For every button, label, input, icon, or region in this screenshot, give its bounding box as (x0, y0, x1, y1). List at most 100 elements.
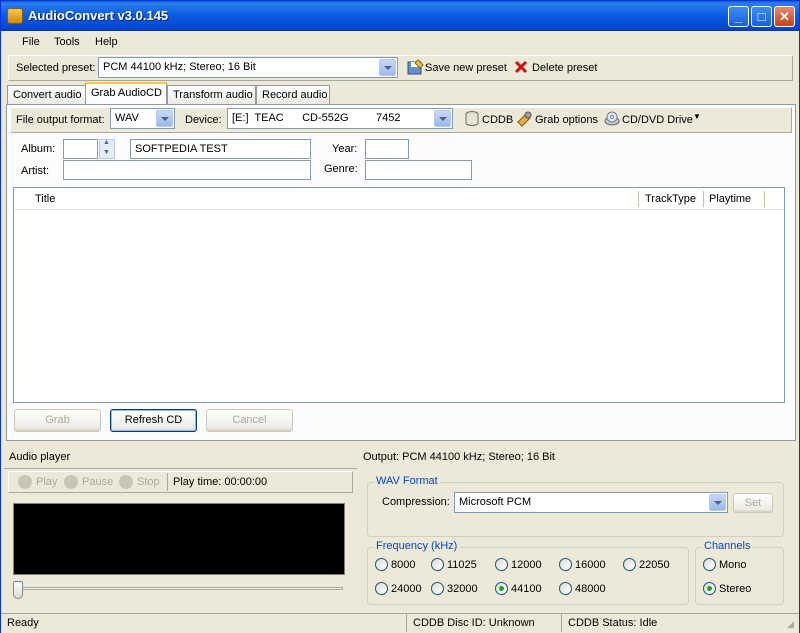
save-preset-button[interactable]: Save new preset (425, 62, 507, 74)
chevron-down-icon[interactable] (156, 110, 173, 127)
tab-grab-audiocd[interactable]: Grab AudioCD (85, 82, 167, 105)
compression-value: Microsoft PCM (459, 496, 532, 508)
resize-grip-icon[interactable]: ◢ (787, 619, 794, 630)
freq-48000-radio[interactable] (559, 582, 572, 595)
delete-icon (514, 60, 528, 74)
maximize-button[interactable]: □ (751, 6, 772, 27)
freq-48000-label: 48000 (575, 583, 606, 595)
channels-group: Channels (695, 540, 784, 605)
freq-44100-radio[interactable] (495, 582, 508, 595)
pause-button[interactable]: Pause (82, 476, 113, 488)
preset-value: PCM 44100 kHz; Stereo; 16 Bit (103, 61, 256, 73)
artist-label: Artist: (21, 165, 50, 177)
play-icon (18, 475, 32, 489)
menu-tools[interactable]: Tools (54, 36, 80, 48)
column-tracktype[interactable]: TrackType (645, 193, 696, 205)
output-header: Output: PCM 44100 kHz; Stereo; 16 Bit (359, 447, 795, 469)
column-divider[interactable] (638, 191, 639, 207)
channel-mono-label: Mono (719, 559, 747, 571)
freq-8000-label: 8000 (391, 559, 416, 571)
chevron-down-icon[interactable] (434, 110, 451, 127)
delete-preset-button[interactable]: Delete preset (532, 62, 597, 74)
audio-player-title: Audio player (9, 451, 71, 463)
status-ready: Ready (7, 617, 39, 629)
chevron-down-icon[interactable] (379, 59, 396, 76)
tab-record-audio[interactable]: Record audio (256, 85, 330, 104)
album-input[interactable]: SOFTPEDIA TEST (130, 139, 311, 159)
caret-down-icon[interactable]: ▼ (693, 112, 701, 121)
format-select[interactable]: WAV (110, 108, 175, 129)
grab-button[interactable]: Grab (14, 409, 101, 432)
stop-button[interactable]: Stop (137, 476, 160, 488)
refresh-cd-button[interactable]: Refresh CD (110, 409, 197, 432)
freq-12000-radio[interactable] (495, 558, 508, 571)
freq-8000-radio[interactable] (375, 558, 388, 571)
channel-stereo-radio[interactable] (703, 582, 716, 595)
freq-22050-radio[interactable] (623, 558, 636, 571)
freq-44100-label: 44100 (511, 583, 542, 595)
cancel-button[interactable]: Cancel (206, 409, 293, 432)
spin-up-icon[interactable]: ▲ (103, 139, 110, 146)
freq-32000-radio[interactable] (431, 582, 444, 595)
menu-bar: File Tools Help (1, 32, 799, 54)
status-disc-id: CDDB Disc ID: Unknown (406, 614, 541, 632)
chevron-down-icon[interactable] (709, 494, 726, 511)
freq-24000-radio[interactable] (375, 582, 388, 595)
status-cddb: CDDB Status: Idle (561, 614, 663, 632)
album-label: Album: (21, 143, 56, 155)
device-value: [E:] TEAC CD-552G 7452 (232, 112, 401, 124)
freq-11025-radio[interactable] (431, 558, 444, 571)
grab-panel: File output format: WAV Device: [E:] TEA… (6, 104, 796, 441)
tab-transform-audio[interactable]: Transform audio (167, 85, 256, 104)
set-button[interactable]: Set (733, 493, 773, 513)
device-label: Device: (185, 114, 222, 126)
grab-options-button[interactable]: Grab options (535, 114, 598, 126)
window-title: AudioConvert v3.0.145 (28, 8, 169, 23)
genre-input[interactable] (365, 160, 472, 180)
play-time: Play time: 00:00:00 (173, 476, 268, 488)
year-label: Year: (332, 143, 358, 155)
cd-dvd-drive-button[interactable]: CD/DVD Drive (622, 114, 693, 126)
player-screen (13, 503, 345, 575)
freq-32000-label: 32000 (447, 583, 478, 595)
spin-down-icon[interactable]: ▼ (103, 149, 110, 156)
artist-input[interactable] (63, 160, 311, 180)
track-list[interactable]: Title TrackType Playtime (13, 187, 785, 403)
channel-mono-radio[interactable] (703, 558, 716, 571)
column-divider[interactable] (703, 191, 704, 207)
preset-select[interactable]: PCM 44100 kHz; Stereo; 16 Bit (98, 57, 398, 78)
column-title[interactable]: Title (35, 193, 55, 205)
close-button[interactable]: ✕ (774, 6, 795, 27)
title-bar[interactable]: AudioConvert v3.0.145 _ □ ✕ (1, 1, 799, 31)
tab-convert-audio[interactable]: Convert audio (7, 85, 86, 104)
app-window: AudioConvert v3.0.145 _ □ ✕ File Tools H… (0, 0, 800, 633)
play-button[interactable]: Play (36, 476, 57, 488)
compression-select[interactable]: Microsoft PCM (454, 492, 728, 513)
output-title: Output: PCM 44100 kHz; Stereo; 16 Bit (363, 451, 555, 463)
album-number-input[interactable] (63, 139, 98, 159)
seek-track[interactable] (15, 587, 343, 590)
cddb-button[interactable]: CDDB (482, 114, 513, 126)
pause-icon (64, 475, 78, 489)
freq-16000-radio[interactable] (559, 558, 572, 571)
grab-options-icon (517, 111, 532, 127)
preset-label: Selected preset: (16, 62, 96, 74)
column-playtime[interactable]: Playtime (709, 193, 751, 205)
save-preset-icon (407, 59, 424, 75)
cd-drive-icon (604, 111, 620, 126)
minimize-button[interactable]: _ (728, 6, 749, 27)
stop-icon (119, 475, 133, 489)
cddb-icon (465, 111, 479, 126)
seek-slider-thumb[interactable] (13, 581, 23, 599)
track-list-header: Title TrackType Playtime (14, 188, 784, 210)
freq-12000-label: 12000 (511, 559, 542, 571)
album-number-spinner[interactable]: ▲ ▼ (99, 139, 115, 159)
menu-help[interactable]: Help (95, 36, 118, 48)
freq-22050-label: 22050 (639, 559, 670, 571)
menu-file[interactable]: File (22, 36, 40, 48)
toolbar-separator (167, 473, 168, 491)
column-divider[interactable] (764, 191, 765, 207)
year-input[interactable] (365, 139, 409, 159)
device-select[interactable]: [E:] TEAC CD-552G 7452 (227, 108, 453, 129)
frequency-title: Frequency (kHz) (374, 540, 460, 552)
